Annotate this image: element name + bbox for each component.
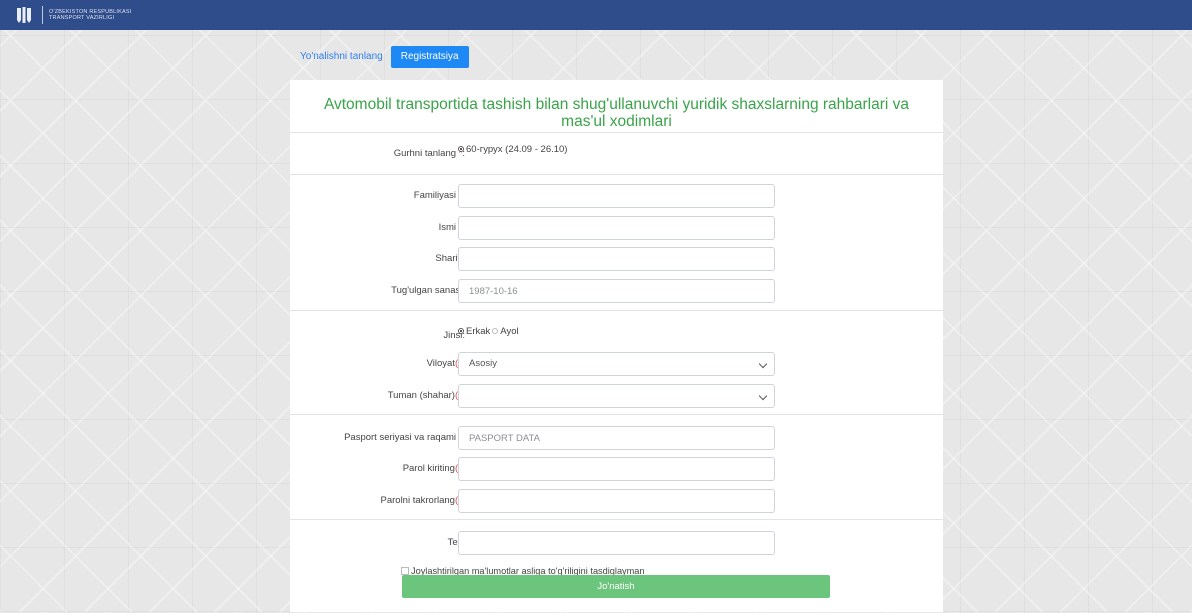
group-radio-button[interactable] xyxy=(458,146,464,152)
confirm-checkbox[interactable] xyxy=(401,567,409,575)
birth-date-input[interactable] xyxy=(458,279,775,303)
row-birth-date: Tug'ulgan sanasi: xyxy=(290,279,943,303)
row-password-repeat: Parolni takrorlang(*) xyxy=(290,489,943,513)
row-group: Gurhni tanlang *: 60-гурух (24.09 - 26.1… xyxy=(290,142,943,166)
tab-registration[interactable]: Registratsiya xyxy=(390,46,469,68)
password-label: Parol kiriting(*) xyxy=(403,457,465,481)
password-input[interactable] xyxy=(458,457,775,481)
row-name: Ismi *: xyxy=(290,216,943,240)
section-location: Jinsi: Erkak Ayol Viloyat(*) Asosiy Tuma… xyxy=(290,310,943,415)
form-title: Avtomobil transportida tashish bilan shu… xyxy=(323,96,910,130)
chevron-down-icon xyxy=(758,359,768,369)
gender-male-label: Erkak xyxy=(466,325,491,337)
tab-choose-direction[interactable]: Yo'nalishni tanlang xyxy=(296,46,387,68)
row-phone: Tel.: xyxy=(290,531,943,555)
gender-radio-group: Erkak Ayol xyxy=(458,319,519,343)
group-option-label: 60-гурух (24.09 - 26.10) xyxy=(466,143,568,155)
passport-label-text: Pasport seriyasi va raqami xyxy=(344,432,457,443)
name-label-text: Ismi xyxy=(438,222,457,233)
group-label-text: Gurhni tanlang xyxy=(393,148,457,159)
surname-input[interactable] xyxy=(458,184,775,208)
row-gender: Jinsi: Erkak Ayol xyxy=(290,319,943,343)
section-personal: Familiyasi *: Ismi *: Sharifi: Tug'ulgan… xyxy=(290,174,943,311)
row-password: Parol kiriting(*) xyxy=(290,457,943,481)
gender-female-label: Ayol xyxy=(500,325,519,337)
district-select[interactable] xyxy=(458,384,775,408)
patronymic-input[interactable] xyxy=(458,247,775,271)
row-passport: Pasport seriyasi va raqami *: xyxy=(290,426,943,450)
surname-label-text: Familiyasi xyxy=(413,190,457,201)
password-repeat-input[interactable] xyxy=(458,489,775,513)
chevron-down-icon xyxy=(758,391,768,401)
birth-date-label: Tug'ulgan sanasi: xyxy=(391,285,465,296)
group-radio[interactable]: 60-гурух (24.09 - 26.10) xyxy=(458,137,567,161)
password-repeat-label-text: Parolni takrorlang xyxy=(380,495,455,506)
section-group: Gurhni tanlang *: 60-гурух (24.09 - 26.1… xyxy=(290,132,943,175)
gender-female-radio[interactable] xyxy=(492,328,499,334)
region-label-text: Viloyat xyxy=(426,358,455,369)
row-region: Viloyat(*) Asosiy xyxy=(290,352,943,376)
name-input[interactable] xyxy=(458,216,775,240)
top-header-bar: O'ZBEKISTON RESPUBLIKASI TRANSPORT VAZIR… xyxy=(0,0,1192,30)
brand-line-2: TRANSPORT VAZIRLIGI xyxy=(49,15,115,21)
row-district: Tuman (shahar)(*) xyxy=(290,384,943,408)
row-patronymic: Sharifi: xyxy=(290,247,943,271)
password-repeat-label: Parolni takrorlang(*) xyxy=(381,489,466,513)
submit-button[interactable]: Jo'natish xyxy=(402,575,830,598)
group-label: Gurhni tanlang *: xyxy=(394,142,465,166)
region-selected-value: Asosiy xyxy=(469,358,497,369)
passport-label: Pasport seriyasi va raqami *: xyxy=(344,426,465,450)
password-label-text: Parol kiriting xyxy=(402,463,455,474)
ministry-emblem-icon[interactable] xyxy=(14,6,34,24)
phone-input[interactable] xyxy=(458,531,775,555)
region-select[interactable]: Asosiy xyxy=(458,352,775,376)
logo-divider xyxy=(42,6,43,24)
section-credentials: Pasport seriyasi va raqami *: Parol kiri… xyxy=(290,414,943,520)
brand-text: O'ZBEKISTON RESPUBLIKASI TRANSPORT VAZIR… xyxy=(49,9,131,21)
step-tabs: Yo'nalishni tanlang Registratsiya xyxy=(296,46,469,68)
district-label-text: Tuman (shahar) xyxy=(387,390,455,401)
passport-input[interactable] xyxy=(458,426,775,450)
gender-male-radio[interactable] xyxy=(458,328,464,334)
registration-form-card: Avtomobil transportida tashish bilan shu… xyxy=(290,80,943,612)
district-label: Tuman (shahar)(*) xyxy=(388,384,465,408)
row-surname: Familiyasi *: xyxy=(290,184,943,208)
